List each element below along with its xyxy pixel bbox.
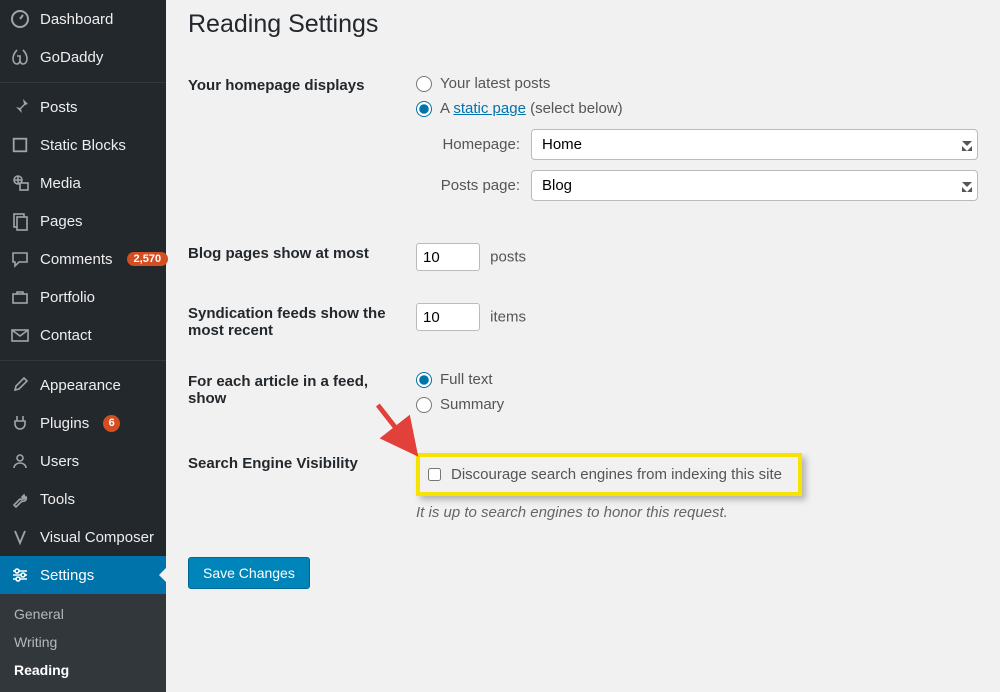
users-icon xyxy=(10,451,30,471)
sidebar-item-appearance[interactable]: Appearance xyxy=(0,366,166,404)
homepage-select-label: Homepage: xyxy=(434,136,520,153)
pin-icon xyxy=(10,97,30,117)
sidebar-item-pages[interactable]: Pages xyxy=(0,202,166,240)
postspage-select-label: Posts page: xyxy=(434,177,520,194)
sidebar-item-comments[interactable]: Comments 2,570 xyxy=(0,240,166,278)
save-changes-button[interactable]: Save Changes xyxy=(188,557,310,589)
sidebar-item-label: Appearance xyxy=(40,377,121,394)
sidebar-item-label: Dashboard xyxy=(40,11,113,28)
search-visibility-note: It is up to search engines to honor this… xyxy=(416,504,978,521)
settings-form: Your homepage displays Your latest posts… xyxy=(188,61,978,539)
syndication-input[interactable] xyxy=(416,303,480,331)
static-page-link[interactable]: static page xyxy=(453,100,526,117)
radio-full-text[interactable] xyxy=(416,372,432,388)
sidebar-item-media[interactable]: Media xyxy=(0,164,166,202)
sidebar-item-label: Users xyxy=(40,453,79,470)
radio-summary[interactable] xyxy=(416,397,432,413)
dashboard-icon xyxy=(10,9,30,29)
media-icon xyxy=(10,173,30,193)
syndication-suffix: items xyxy=(490,309,526,326)
postspage-select[interactable]: Blog xyxy=(531,170,978,201)
sidebar-item-dashboard[interactable]: Dashboard xyxy=(0,0,166,38)
discourage-search-engines-label[interactable]: Discourage search engines from indexing … xyxy=(451,466,782,483)
sidebar-item-label: Plugins xyxy=(40,415,89,432)
submenu-item-general[interactable]: General xyxy=(0,600,166,628)
radio-static-page-label[interactable]: A static page (select below) xyxy=(440,100,623,117)
row-heading-syndication: Syndication feeds show the most recent xyxy=(188,289,416,357)
comment-icon xyxy=(10,249,30,269)
sidebar-item-label: Contact xyxy=(40,327,92,344)
sidebar-item-tools[interactable]: Tools xyxy=(0,480,166,518)
pages-icon xyxy=(10,211,30,231)
sidebar-item-label: Portfolio xyxy=(40,289,95,306)
radio-static-page[interactable] xyxy=(416,101,432,117)
row-heading-blog-pages: Blog pages show at most xyxy=(188,229,416,289)
square-icon xyxy=(10,135,30,155)
sidebar-item-users[interactable]: Users xyxy=(0,442,166,480)
plugins-update-badge: 6 xyxy=(103,415,120,432)
sidebar-item-portfolio[interactable]: Portfolio xyxy=(0,278,166,316)
sidebar-item-static-blocks[interactable]: Static Blocks xyxy=(0,126,166,164)
row-heading-feed-article: For each article in a feed, show xyxy=(188,357,416,439)
sidebar-item-settings[interactable]: Settings xyxy=(0,556,166,594)
sliders-icon xyxy=(10,565,30,585)
sidebar-item-label: Pages xyxy=(40,213,83,230)
comments-count-badge: 2,570 xyxy=(127,252,169,266)
sidebar-item-label: Posts xyxy=(40,99,78,116)
blog-pages-suffix: posts xyxy=(490,249,526,266)
sidebar-item-plugins[interactable]: Plugins 6 xyxy=(0,404,166,442)
sidebar-item-label: GoDaddy xyxy=(40,49,103,66)
sidebar-item-visual-composer[interactable]: Visual Composer xyxy=(0,518,166,556)
sidebar-item-label: Comments xyxy=(40,251,113,268)
homepage-select[interactable]: Home xyxy=(531,129,978,160)
radio-latest-posts-label[interactable]: Your latest posts xyxy=(440,75,550,92)
reading-settings-page: Reading Settings Your homepage displays … xyxy=(166,0,1000,660)
sidebar-item-label: Static Blocks xyxy=(40,137,126,154)
submenu-item-reading[interactable]: Reading xyxy=(0,656,166,684)
settings-submenu: General Writing Reading xyxy=(0,594,166,692)
plug-icon xyxy=(10,413,30,433)
wrench-icon xyxy=(10,489,30,509)
sidebar-item-label: Tools xyxy=(40,491,75,508)
sidebar-item-label: Media xyxy=(40,175,81,192)
page-title: Reading Settings xyxy=(188,10,978,39)
row-heading-homepage-displays: Your homepage displays xyxy=(188,61,416,229)
mail-icon xyxy=(10,325,30,345)
briefcase-icon xyxy=(10,287,30,307)
sidebar-item-posts[interactable]: Posts xyxy=(0,88,166,126)
radio-static-label-prefix: A xyxy=(440,100,453,117)
discourage-search-engines-checkbox[interactable] xyxy=(428,468,441,481)
radio-latest-posts[interactable] xyxy=(416,76,432,92)
radio-full-text-label[interactable]: Full text xyxy=(440,371,493,388)
row-heading-search-visibility: Search Engine Visibility xyxy=(188,439,416,539)
radio-summary-label[interactable]: Summary xyxy=(440,396,504,413)
godaddy-icon xyxy=(10,47,30,67)
brush-icon xyxy=(10,375,30,395)
sidebar-item-contact[interactable]: Contact xyxy=(0,316,166,354)
search-visibility-highlight: Discourage search engines from indexing … xyxy=(416,453,802,496)
admin-sidebar: Dashboard GoDaddy Posts Static Blocks Me… xyxy=(0,0,166,660)
visual-composer-icon xyxy=(10,527,30,547)
sidebar-item-label: Visual Composer xyxy=(40,529,154,546)
radio-static-label-suffix: (select below) xyxy=(526,100,623,117)
blog-pages-input[interactable] xyxy=(416,243,480,271)
sidebar-item-godaddy[interactable]: GoDaddy xyxy=(0,38,166,76)
sidebar-item-label: Settings xyxy=(40,567,94,584)
submenu-item-writing[interactable]: Writing xyxy=(0,628,166,656)
